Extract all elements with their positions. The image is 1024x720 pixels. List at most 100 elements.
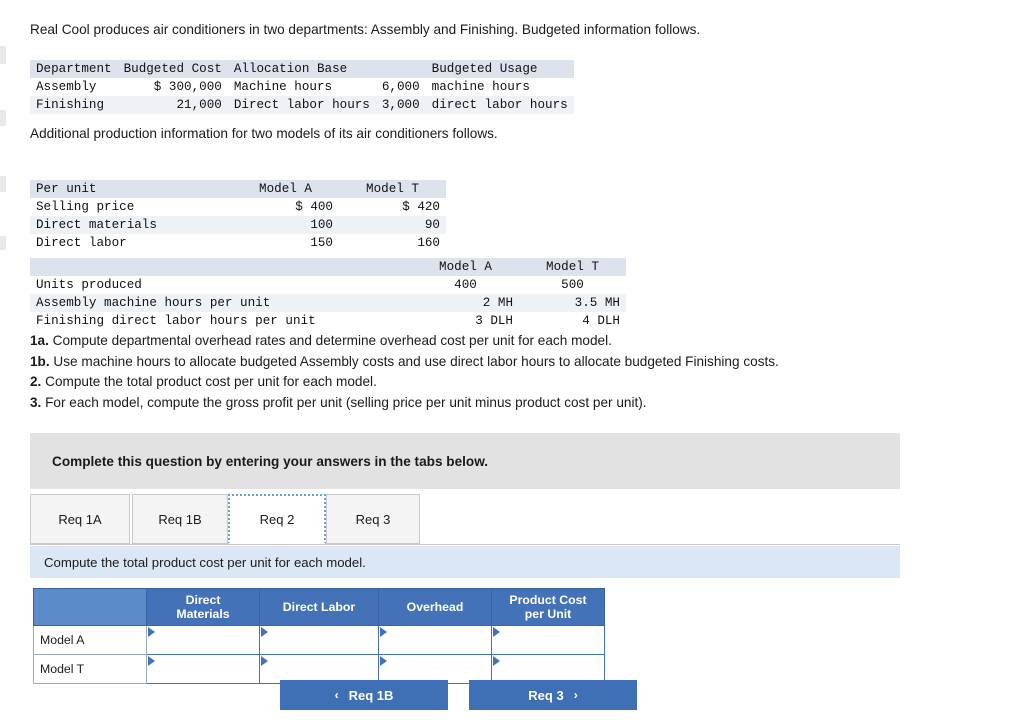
cell-label: Selling price: [36, 200, 135, 214]
table-row: Assembly machine hours per unit 2 MH 3.5…: [30, 294, 626, 312]
requirement-1b: 1b. Use machine hours to allocate budget…: [30, 352, 930, 372]
cell-model-a: 3 DLH: [475, 314, 513, 328]
tab-req-1b-label: Req 1B: [158, 511, 202, 527]
cell-department: Finishing: [36, 98, 105, 112]
chevron-right-icon: ›: [573, 688, 578, 702]
tab-req-2-label: Req 2: [259, 511, 295, 527]
prev-req-button[interactable]: ‹ Req 1B: [280, 680, 448, 710]
table-row: Finishing direct labor hours per unit 3 …: [30, 312, 626, 330]
tab-req-3[interactable]: Req 3: [326, 494, 420, 544]
cell-usage-qty: 3,000: [381, 98, 420, 112]
col-direct-materials: Direct Materials: [146, 588, 260, 626]
col-direct-materials-line1: Direct: [185, 593, 221, 607]
table-header-row: Per unit Model A Model T: [30, 180, 446, 198]
col-model-a: Model A: [439, 260, 492, 274]
cell-budgeted-cost: $ 300,000: [153, 80, 222, 94]
cell-usage-qty: 6,000: [381, 80, 420, 94]
prev-req-button-label: Req 1B: [348, 687, 394, 703]
requirement-2-text: Compute the total product cost per unit …: [41, 374, 377, 389]
row-label-model-t: Model T: [33, 654, 147, 684]
chevron-left-icon: ‹: [334, 688, 339, 702]
input-model-t-direct-materials[interactable]: [146, 654, 260, 684]
cell-label: Direct labor: [36, 236, 127, 250]
col-model-t: Model T: [366, 182, 419, 196]
col-product-cost-per-unit: Product Cost per Unit: [491, 588, 605, 626]
next-req-button[interactable]: Req 3 ›: [469, 680, 637, 710]
intro-paragraph-1: Real Cool produces air conditioners in t…: [30, 22, 701, 37]
tab-req-1a-label: Req 1A: [58, 511, 102, 527]
worksheet-page: Real Cool produces air conditioners in t…: [0, 0, 1024, 720]
cell-label: Assembly machine hours per unit: [36, 296, 271, 310]
question-prompt-text: Compute the total product cost per unit …: [44, 554, 366, 570]
input-model-a-product-cost[interactable]: [491, 625, 605, 655]
table-row: Direct materials 100 90: [30, 216, 446, 234]
input-model-a-overhead[interactable]: [378, 625, 492, 655]
intro-paragraph-2: Additional production information for tw…: [30, 126, 498, 141]
table-row: Selling price $ 400 $ 420: [30, 198, 446, 216]
cell-label: Units produced: [36, 278, 142, 292]
cell-marker-icon: [148, 627, 155, 637]
answer-table-corner: [33, 588, 147, 626]
requirement-3-number: 3.: [30, 394, 42, 410]
cell-model-t: $ 420: [402, 200, 440, 214]
cell-allocation-base: Machine hours: [233, 80, 333, 94]
col-budgeted-cost: Budgeted Cost: [123, 62, 222, 76]
departmental-budget-table: Department Budgeted Cost Allocation Base…: [30, 60, 574, 114]
per-unit-table: Per unit Model A Model T Selling price $…: [30, 180, 446, 252]
edge-artifact: [0, 110, 6, 126]
requirement-2: 2. Compute the total product cost per un…: [30, 372, 930, 392]
cell-marker-icon: [261, 627, 268, 637]
input-model-a-direct-labor[interactable]: [259, 625, 379, 655]
requirements-list: 1a. Compute departmental overhead rates …: [30, 331, 930, 413]
tab-req-1a[interactable]: Req 1A: [30, 494, 130, 544]
table-row: Direct labor 150 160: [30, 234, 446, 252]
cell-marker-icon: [380, 627, 387, 637]
tab-strip-underline: [30, 544, 900, 545]
col-product-cost-line1: Product Cost: [509, 593, 587, 607]
requirement-1b-text: Use machine hours to allocate budgeted A…: [49, 353, 779, 369]
col-overhead-line1: Overhead: [406, 600, 464, 614]
requirement-2-number: 2.: [30, 374, 42, 389]
table-row: Finishing 21,000 Direct labor hours 3,00…: [30, 96, 574, 114]
requirement-3: 3. For each model, compute the gross pro…: [30, 393, 930, 413]
tab-req-2[interactable]: Req 2: [228, 494, 326, 544]
col-per-unit: Per unit: [36, 182, 97, 196]
cell-usage-unit: direct labor hours: [431, 98, 568, 112]
cell-model-a: $ 400: [295, 200, 333, 214]
production-info-table: Model A Model T Units produced 400 500 A…: [30, 258, 626, 330]
col-spacer: [376, 60, 426, 78]
cell-usage-unit: machine hours: [431, 80, 530, 94]
cell-model-t: 3.5 MH: [574, 296, 620, 310]
cell-marker-icon: [148, 656, 155, 666]
cell-marker-icon: [493, 656, 500, 666]
requirement-1b-number: 1b.: [30, 353, 50, 369]
col-overhead: Overhead: [378, 588, 492, 626]
col-model-a: Model A: [259, 182, 312, 196]
answer-entry-table: Direct Materials Direct Labor Overhead P…: [33, 588, 605, 684]
requirement-1a-text: Compute departmental overhead rates and …: [48, 333, 612, 348]
cell-label: Direct materials: [36, 218, 157, 232]
edge-artifact: [0, 46, 6, 64]
col-model-t: Model T: [546, 260, 599, 274]
col-direct-labor: Direct Labor: [259, 588, 379, 626]
input-model-a-direct-materials[interactable]: [146, 625, 260, 655]
table-header-row: Model A Model T: [30, 258, 626, 276]
requirement-1a: 1a. Compute departmental overhead rates …: [30, 331, 930, 351]
question-prompt-bar: Compute the total product cost per unit …: [30, 546, 900, 578]
answer-table-header-row: Direct Materials Direct Labor Overhead P…: [33, 588, 605, 626]
tab-req-1b[interactable]: Req 1B: [132, 494, 228, 544]
cell-marker-icon: [493, 627, 500, 637]
col-blank: [30, 258, 412, 276]
cell-model-a: 400: [454, 278, 477, 292]
table-row: Assembly $ 300,000 Machine hours 6,000 m…: [30, 78, 574, 96]
row-label-model-a: Model A: [33, 625, 147, 655]
cell-model-t: 160: [417, 236, 440, 250]
cell-department: Assembly: [36, 80, 97, 94]
cell-model-a: 150: [310, 236, 333, 250]
cell-marker-icon: [261, 656, 268, 666]
edge-artifact: [0, 236, 6, 250]
cell-budgeted-cost: 21,000: [176, 98, 222, 112]
cell-label: Finishing direct labor hours per unit: [36, 314, 316, 328]
requirement-3-text: For each model, compute the gross profit…: [41, 394, 647, 410]
cell-model-t: 90: [424, 218, 440, 232]
